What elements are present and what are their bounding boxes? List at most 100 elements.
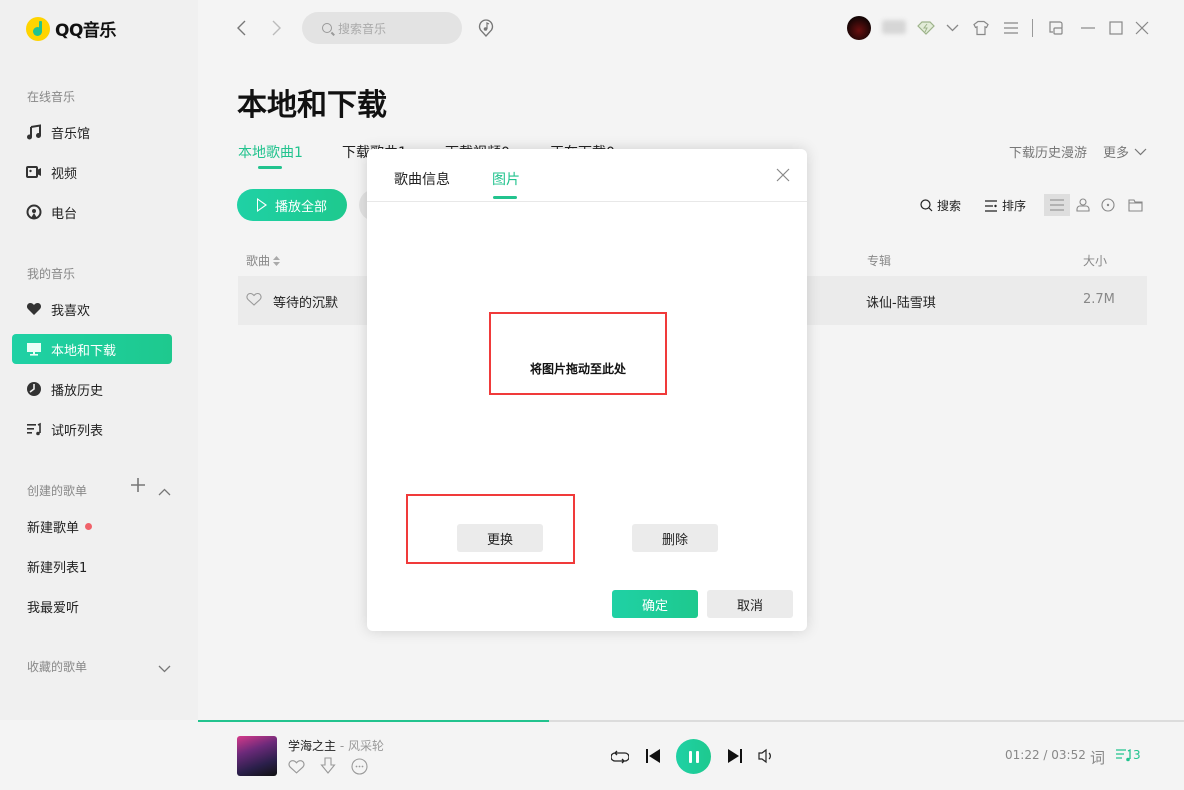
playback-progress-bar[interactable]	[198, 720, 1184, 722]
minimize-button[interactable]	[1079, 19, 1097, 37]
add-playlist-button[interactable]	[131, 478, 145, 496]
view-folder-button[interactable]	[1122, 194, 1148, 216]
download-arrow-icon	[320, 757, 336, 774]
playlist-item[interactable]: 新建列表1	[27, 557, 87, 576]
image-drop-zone[interactable]: 将图片拖动至此处	[489, 312, 667, 395]
list-search-button[interactable]: 搜索	[920, 197, 961, 214]
pause-icon-bar	[695, 750, 699, 763]
close-icon	[776, 168, 790, 182]
monitor-icon	[26, 341, 42, 357]
song-album[interactable]: 诛仙-陆雪琪	[866, 292, 936, 311]
app-logo[interactable]: QQ音乐	[26, 16, 116, 41]
user-menu-chevron-icon[interactable]	[945, 22, 959, 34]
sidebar-item-video[interactable]: 视频	[12, 157, 172, 187]
view-list-button[interactable]	[1044, 194, 1070, 216]
sidebar-item-label: 视频	[51, 166, 78, 182]
now-playing-cover[interactable]	[237, 736, 277, 776]
sidebar-item-favorites[interactable]: 我喜欢	[12, 294, 172, 324]
username-blurred[interactable]	[882, 20, 906, 34]
search-icon	[322, 23, 332, 33]
heart-outline-icon	[246, 292, 262, 306]
drop-hint: 将图片拖动至此处	[529, 362, 626, 376]
mini-mode-button[interactable]	[1047, 19, 1065, 37]
expand-collected-button[interactable]	[158, 659, 171, 677]
download-button[interactable]	[320, 757, 336, 779]
playlist-item[interactable]: 我最爱听	[27, 597, 79, 616]
play-all-button[interactable]: 播放全部	[237, 189, 347, 221]
play-queue-button[interactable]: 3	[1116, 748, 1141, 762]
song-title[interactable]: 等待的沉默	[273, 292, 338, 311]
playlist-item[interactable]: 新建歌单	[27, 517, 93, 536]
app-name: QQ音乐	[55, 21, 116, 41]
tab-local-songs[interactable]: 本地歌曲1	[238, 142, 303, 162]
delete-image-button[interactable]: 删除	[632, 524, 718, 552]
like-now-playing-button[interactable]	[288, 759, 305, 778]
music-recognition-button[interactable]	[477, 18, 495, 38]
close-window-button[interactable]	[1133, 19, 1151, 37]
dialog-tab-song-info[interactable]: 歌曲信息	[394, 169, 450, 189]
topbar-divider	[1032, 19, 1033, 37]
dialog-tab-image[interactable]: 图片	[492, 169, 520, 189]
folder-icon	[1127, 198, 1143, 212]
forward-button[interactable]	[270, 20, 284, 36]
next-track-button[interactable]	[725, 746, 745, 766]
main-menu-icon[interactable]	[1002, 19, 1020, 37]
skin-tshirt-icon[interactable]	[972, 19, 990, 37]
search-placeholder: 搜索音乐	[338, 21, 387, 36]
like-song-button[interactable]	[246, 292, 262, 310]
tab-active-indicator	[258, 166, 282, 169]
sort-button[interactable]: 排序	[985, 197, 1026, 214]
sidebar-item-local-downloads[interactable]: 本地和下载	[12, 334, 172, 364]
confirm-button[interactable]: 确定	[612, 590, 698, 618]
section-my-music: 我的音乐	[27, 267, 76, 281]
playlist-label: 新建列表1	[27, 561, 88, 576]
sidebar-item-radio[interactable]: 电台	[12, 197, 172, 227]
queue-count: 3	[1133, 748, 1141, 762]
back-button[interactable]	[234, 20, 248, 36]
view-album-button[interactable]	[1095, 194, 1121, 216]
sidebar-item-label: 播放历史	[51, 383, 104, 399]
sidebar-item-music-hall[interactable]: 音乐馆	[12, 117, 172, 147]
more-dots-icon	[351, 758, 368, 775]
view-artist-button[interactable]	[1070, 194, 1096, 216]
loop-mode-button[interactable]	[610, 747, 630, 767]
sidebar-item-trial-list[interactable]: 试听列表	[12, 414, 172, 444]
dialog-tab-indicator	[493, 196, 517, 199]
skip-previous-icon	[646, 749, 660, 763]
sidebar-item-label: 电台	[51, 206, 78, 222]
close-dialog-button[interactable]	[775, 167, 791, 183]
sort-arrows-icon	[273, 255, 281, 266]
maximize-button[interactable]	[1107, 19, 1125, 37]
lyrics-button[interactable]: 词	[1090, 747, 1105, 768]
download-history-link[interactable]: 下载历史漫游	[1009, 142, 1087, 161]
play-pause-button[interactable]	[676, 739, 711, 774]
sidebar-item-label: 音乐馆	[51, 126, 91, 142]
more-options-button[interactable]	[351, 758, 368, 779]
cancel-button[interactable]: 取消	[707, 590, 793, 618]
list-view-icon	[1050, 199, 1064, 211]
page-title: 本地和下载	[237, 88, 387, 123]
replace-image-button[interactable]: 更换	[457, 524, 543, 552]
pause-icon-bar	[688, 750, 692, 763]
song-info-dialog: 歌曲信息 图片 将图片拖动至此处 更换 删除 确定 取消	[367, 149, 807, 631]
clock-icon	[26, 381, 42, 397]
column-header-song[interactable]: 歌曲	[246, 252, 281, 269]
more-dropdown[interactable]: 更多	[1103, 142, 1147, 161]
previous-track-button[interactable]	[643, 746, 663, 766]
list-search-label: 搜索	[937, 199, 962, 213]
repeat-icon	[611, 750, 629, 764]
playlist-label: 我最爱听	[27, 601, 80, 616]
more-label: 更多	[1103, 146, 1130, 161]
heart-outline-icon	[288, 760, 305, 774]
vip-diamond-icon[interactable]	[917, 20, 935, 36]
now-playing-title[interactable]: 学海之主	[288, 739, 336, 753]
sidebar-item-play-history[interactable]: 播放历史	[12, 374, 172, 404]
collapse-created-button[interactable]	[158, 482, 171, 500]
user-avatar[interactable]	[847, 16, 871, 40]
volume-button[interactable]	[756, 746, 776, 766]
now-playing-artist[interactable]: 风采轮	[348, 739, 384, 753]
search-icon	[920, 199, 933, 212]
section-created-playlists: 创建的歌单	[27, 484, 88, 498]
search-input[interactable]: 搜索音乐	[302, 12, 462, 44]
sort-label: 排序	[1002, 199, 1027, 213]
